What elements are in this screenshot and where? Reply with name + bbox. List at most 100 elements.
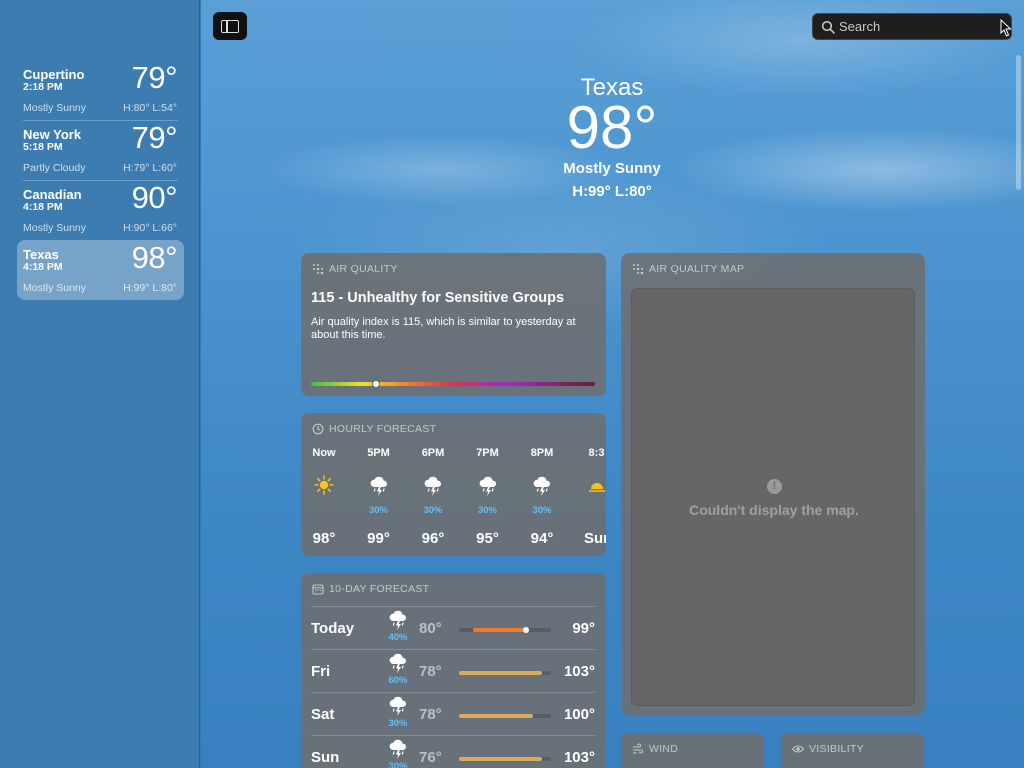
card-title-text: WIND [649, 743, 679, 755]
day-name: Sat [311, 706, 335, 723]
card-title-text: AIR QUALITY MAP [649, 263, 745, 275]
sunset-icon [574, 475, 607, 505]
hourly-temp: 98° [312, 530, 336, 547]
location-time: 4:18 PM [23, 261, 63, 273]
sidebar-toggle-button[interactable] [213, 12, 247, 40]
location-condition: Mostly Sunny [23, 222, 87, 234]
location-temp: 90° [131, 180, 178, 215]
aqi-description: Air quality index is 115, which is simil… [311, 316, 576, 341]
aqi-headline: 115 - Unhealthy for Sensitive Groups [311, 290, 565, 306]
card-title-text: AIR QUALITY [329, 263, 398, 275]
location-hilo: H:90° L:66° [123, 222, 177, 234]
clock-icon [312, 423, 324, 435]
divider [311, 692, 595, 693]
aqi-indicator [372, 380, 381, 388]
day-name: Today [311, 620, 355, 637]
card-title: AIR QUALITY [312, 263, 398, 275]
hourly-temp: 99° [367, 530, 390, 547]
hourly-time: 6PM [421, 447, 445, 459]
card-title: HOURLY FORECAST [312, 423, 436, 435]
hourly-temp: 96° [421, 530, 445, 547]
current-temp: 98° [566, 94, 658, 161]
air-quality-map-card[interactable]: AIR QUALITY MAP ! Couldn't display the m… [621, 253, 925, 715]
sidebar-icon [221, 19, 239, 33]
temp-range-fill [459, 757, 542, 761]
temp-range-fill [459, 671, 542, 675]
scrollbar[interactable] [1016, 55, 1021, 190]
location-temp: 79° [131, 60, 178, 95]
hourly-temp: Sur [583, 530, 606, 547]
location-time: 2:18 PM [23, 81, 63, 93]
location-hilo: H:99° L:80° [123, 282, 177, 294]
location-hilo: H:80° L:54° [123, 102, 177, 114]
hourly-item: Now 98° [301, 447, 347, 547]
day-name: Fri [311, 663, 331, 680]
day-name: Sun [311, 749, 340, 766]
location-name: Cupertino [23, 67, 85, 82]
location-name: Canadian [23, 187, 82, 202]
location-item-canadian[interactable]: Canadian 4:18 PM 90° Mostly Sunny H:90° … [17, 180, 184, 240]
hourly-precip [574, 505, 607, 517]
location-item-new-york[interactable]: New York 5:18 PM 79° Partly Cloudy H:79°… [17, 120, 184, 181]
mouse-cursor-icon [1000, 19, 1012, 37]
sidebar: Cupertino 2:18 PM 79° Mostly Sunny H:80°… [0, 0, 200, 768]
day-high: 99° [572, 620, 595, 637]
hourly-item: 6PM 30% 96° [410, 447, 456, 547]
location-time: 5:18 PM [23, 141, 63, 153]
card-title-text: VISIBILITY [809, 743, 864, 755]
card-title: VISIBILITY [792, 743, 864, 755]
hourly-time: 7PM [476, 447, 499, 459]
location-condition: Mostly Sunny [23, 102, 87, 114]
current-temp-marker [523, 627, 530, 633]
day-precip: 30% [388, 718, 408, 729]
card-title-text: HOURLY FORECAST [329, 423, 437, 435]
visibility-card[interactable]: VISIBILITY [781, 733, 924, 768]
hourly-time: 5PM [367, 447, 390, 459]
calendar-icon [312, 584, 324, 595]
day-low: 78° [419, 663, 442, 680]
day-low: 76° [419, 749, 442, 766]
divider [311, 735, 595, 736]
day-forecast-row[interactable]: Sat 30% 78° 100° [311, 692, 595, 735]
day-precip: 60% [388, 675, 408, 686]
card-title: WIND [632, 743, 678, 755]
location-item-texas[interactable]: Texas 4:18 PM 98° Mostly Sunny H:99° L:8… [17, 240, 184, 300]
location-temp: 98° [131, 240, 178, 275]
search-field[interactable] [812, 13, 1012, 40]
hourly-item: 7PM 30% 95° [465, 447, 511, 547]
divider [311, 606, 595, 607]
location-name: New York [23, 127, 82, 142]
current-condition: Mostly Sunny [563, 160, 661, 177]
air-quality-icon [313, 264, 324, 275]
thunderstorm-icon [519, 475, 565, 505]
day-forecast-row[interactable]: Fri 60% 78° 103° [311, 649, 595, 692]
air-quality-card[interactable]: AIR QUALITY 115 - Unhealthy for Sensitiv… [301, 253, 606, 396]
wind-card[interactable]: WIND [621, 733, 764, 768]
hourly-time: Now [312, 447, 336, 459]
ten-day-forecast-card[interactable]: 10-DAY FORECAST Today 40% 80° 99° Fri 60% 78° 1… [301, 573, 606, 768]
temp-range-bar [459, 671, 551, 675]
card-title: 10-DAY FORECAST [312, 583, 429, 595]
day-high: 103° [563, 749, 595, 766]
location-name: Texas [23, 247, 59, 262]
divider [311, 649, 595, 650]
sun-icon [301, 475, 347, 505]
main-panel: Texas 98° Mostly Sunny H:99° L:80° AIR Q… [201, 0, 1024, 768]
day-precip: 30% [388, 761, 408, 768]
aqi-scale-bar [311, 380, 595, 388]
card-title: AIR QUALITY MAP [632, 263, 744, 275]
hourly-forecast-card[interactable]: HOURLY FORECAST Now 98° 5PM 30% 99° 6PM 30% 96°… [301, 413, 606, 556]
day-forecast-row[interactable]: Today 40% 80° 99° [311, 606, 595, 649]
search-input[interactable] [839, 17, 999, 36]
hourly-temp: 94° [530, 530, 554, 547]
day-forecast-row[interactable]: Sun 30% 76° 103° [311, 735, 595, 768]
location-condition: Mostly Sunny [23, 282, 87, 294]
map-error-message: Couldn't display the map. [689, 502, 859, 518]
warning-icon: ! [767, 479, 782, 494]
map-area[interactable]: ! Couldn't display the map. [631, 288, 915, 706]
hourly-precip: 30% [532, 505, 552, 516]
location-item-cupertino[interactable]: Cupertino 2:18 PM 79° Mostly Sunny H:80°… [17, 60, 184, 121]
card-title-text: 10-DAY FORECAST [329, 583, 430, 595]
thunderstorm-icon [410, 475, 456, 505]
day-high: 103° [563, 663, 595, 680]
